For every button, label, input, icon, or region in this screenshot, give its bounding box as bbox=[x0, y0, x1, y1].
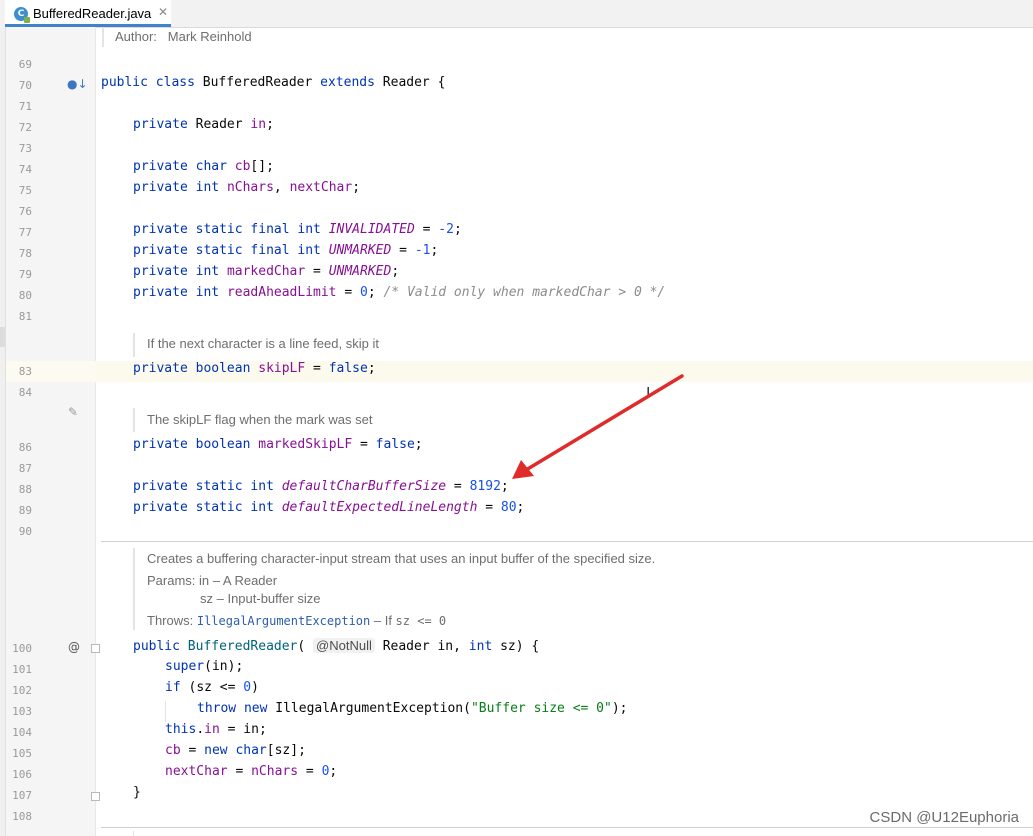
annotation-arrow bbox=[512, 374, 684, 479]
watermark: CSDN @U12Euphoria bbox=[869, 809, 1019, 826]
